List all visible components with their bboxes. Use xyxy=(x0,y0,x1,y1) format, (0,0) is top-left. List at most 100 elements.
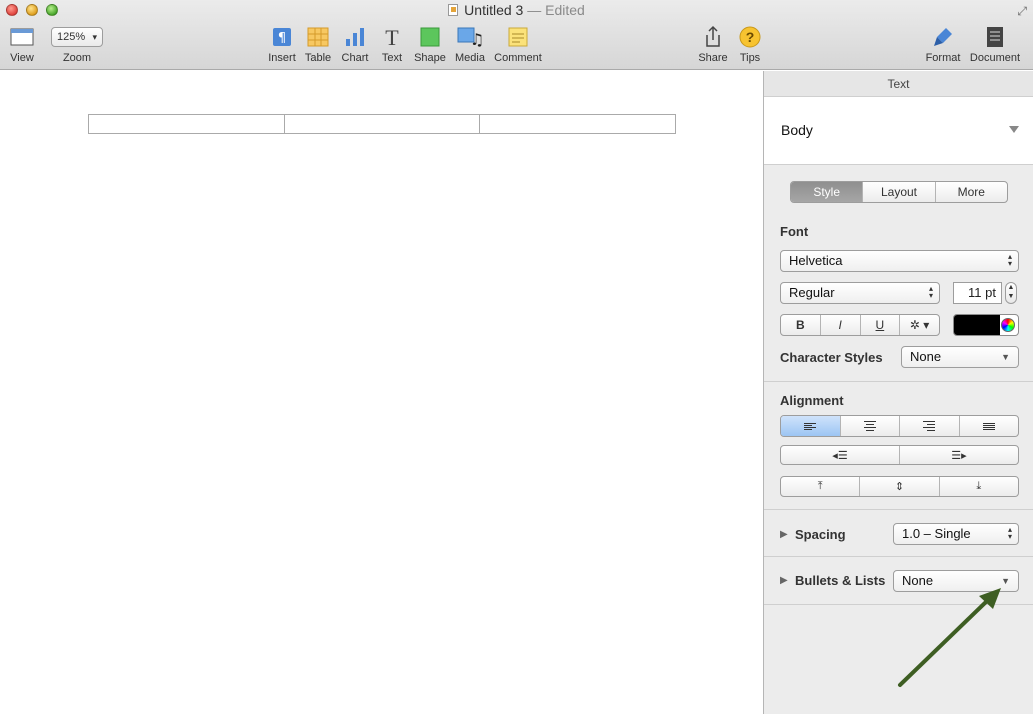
svg-text:¶: ¶ xyxy=(278,31,286,46)
increase-indent-button[interactable]: ☰▸ xyxy=(900,446,1018,464)
format-button[interactable]: Format xyxy=(922,24,964,64)
chevron-down-icon: ▼ xyxy=(1001,576,1010,586)
align-middle-button[interactable]: ⇕ xyxy=(860,477,940,496)
table-cell[interactable] xyxy=(285,115,481,133)
text-inspector-tabs: Style Layout More xyxy=(790,181,1008,203)
view-label: View xyxy=(10,52,34,64)
chart-button[interactable]: Chart xyxy=(339,24,371,64)
align-bottom-button[interactable]: ⤓ xyxy=(940,477,1018,496)
underline-button[interactable]: U xyxy=(861,315,901,335)
window-title: Untitled 3 — Edited xyxy=(0,2,1033,18)
font-typeface-value: Regular xyxy=(789,285,835,300)
table-icon xyxy=(303,24,333,50)
font-family-select[interactable]: Helvetica ▴ ▾ xyxy=(780,250,1019,272)
format-inspector: Text Body Style Layout More Font Helveti… xyxy=(763,71,1033,714)
tips-label: Tips xyxy=(739,52,761,64)
fullscreen-icon[interactable]: ⤢ xyxy=(1017,4,1027,19)
table-button[interactable]: Table xyxy=(303,24,333,64)
table-cell[interactable] xyxy=(480,115,675,133)
insert-button[interactable]: ¶ Insert xyxy=(266,24,298,64)
comment-icon xyxy=(493,24,543,50)
zoom-select[interactable]: 125% xyxy=(51,27,103,47)
bullets-lists-label[interactable]: Bullets & Lists xyxy=(795,573,885,588)
document-button[interactable]: Document xyxy=(968,24,1022,64)
align-justify-icon xyxy=(982,422,995,431)
spacing-value: 1.0 – Single xyxy=(902,526,971,541)
tab-layout[interactable]: Layout xyxy=(863,182,936,202)
font-size-stepper[interactable]: ▲ ▼ xyxy=(1005,282,1017,304)
updown-arrows-icon: ▴ ▾ xyxy=(1007,525,1012,541)
inspector-header: Text xyxy=(764,71,1033,97)
chart-label: Chart xyxy=(341,52,369,64)
vertical-alignment-control: ⤒ ⇕ ⤓ xyxy=(780,476,1019,497)
chevron-down-icon[interactable] xyxy=(1009,126,1019,133)
format-label: Format xyxy=(925,52,961,64)
tab-style[interactable]: Style xyxy=(791,182,864,202)
tab-more[interactable]: More xyxy=(936,182,1007,202)
align-center-button[interactable] xyxy=(841,416,900,436)
character-styles-label: Character Styles xyxy=(780,350,883,365)
bullets-lists-value: None xyxy=(902,573,934,588)
media-icon: ♫ xyxy=(453,24,487,50)
section-divider xyxy=(764,604,1033,605)
share-icon xyxy=(698,24,728,50)
paintbrush-icon xyxy=(922,24,964,50)
shape-label: Shape xyxy=(414,52,446,64)
text-color-swatch[interactable] xyxy=(954,315,1000,335)
paragraph-style-name: Body xyxy=(781,122,813,138)
zoom-control[interactable]: 125% Zoom xyxy=(50,24,104,64)
decrease-indent-button[interactable]: ◂☰ xyxy=(781,446,900,464)
alignment-section-label: Alignment xyxy=(780,393,844,408)
chevron-down-icon: ▼ xyxy=(1001,352,1010,362)
text-button[interactable]: T Text xyxy=(378,24,406,64)
align-center-icon xyxy=(863,420,876,432)
shape-button[interactable]: Shape xyxy=(413,24,447,64)
align-right-button[interactable] xyxy=(900,416,960,436)
bullets-disclosure-icon[interactable]: ▶ xyxy=(780,575,788,586)
character-styles-select[interactable]: None ▼ xyxy=(901,346,1019,368)
table-label: Table xyxy=(304,52,332,64)
align-bottom-icon: ⤓ xyxy=(976,480,982,492)
bold-button[interactable]: B xyxy=(781,315,821,335)
italic-button[interactable]: I xyxy=(821,315,861,335)
indent-control: ◂☰ ☰▸ xyxy=(780,445,1019,465)
bullets-lists-select[interactable]: None ▼ xyxy=(893,570,1019,592)
document-canvas[interactable] xyxy=(0,71,763,714)
character-styles-value: None xyxy=(910,349,942,364)
paragraph-style-selector[interactable]: Body xyxy=(764,97,1033,165)
help-icon: ? xyxy=(737,24,763,50)
color-wheel-icon[interactable] xyxy=(1001,318,1015,332)
text-style-buttons: B I U ✲ ▾ xyxy=(780,314,940,336)
tips-button[interactable]: ? Tips xyxy=(737,24,763,64)
font-section-label: Font xyxy=(780,224,809,239)
share-button[interactable]: Share xyxy=(698,24,728,64)
pilcrow-icon: ¶ xyxy=(266,24,298,50)
text-label: Text xyxy=(381,52,403,64)
text-options-button[interactable]: ✲ ▾ xyxy=(900,315,939,335)
comment-button[interactable]: Comment xyxy=(493,24,543,64)
zoom-label: Zoom xyxy=(62,52,92,64)
align-justify-button[interactable] xyxy=(960,416,1019,436)
text-icon: T xyxy=(378,24,406,50)
spacing-disclosure-icon[interactable]: ▶ xyxy=(780,529,788,540)
section-divider xyxy=(764,556,1033,557)
align-top-button[interactable]: ⤒ xyxy=(781,477,861,496)
font-size-field[interactable]: 11 pt xyxy=(953,282,1002,304)
updown-arrows-icon: ▴ ▾ xyxy=(928,284,933,300)
table-cell[interactable] xyxy=(89,115,285,133)
view-icon xyxy=(8,24,36,50)
spacing-label[interactable]: Spacing xyxy=(795,527,846,542)
document-table[interactable] xyxy=(88,114,676,134)
media-button[interactable]: ♫ Media xyxy=(453,24,487,64)
window-title-text: Untitled 3 xyxy=(464,2,524,18)
section-divider xyxy=(764,381,1033,382)
align-left-button[interactable] xyxy=(781,416,841,436)
chart-icon xyxy=(339,24,371,50)
view-button[interactable]: View xyxy=(8,24,36,64)
text-color-well[interactable] xyxy=(953,314,1019,336)
document-icon xyxy=(968,24,1022,50)
spacing-select[interactable]: 1.0 – Single ▴ ▾ xyxy=(893,523,1019,545)
align-middle-icon: ⇕ xyxy=(894,481,905,493)
gear-icon: ✲ ▾ xyxy=(909,318,930,332)
font-typeface-select[interactable]: Regular ▴ ▾ xyxy=(780,282,940,304)
